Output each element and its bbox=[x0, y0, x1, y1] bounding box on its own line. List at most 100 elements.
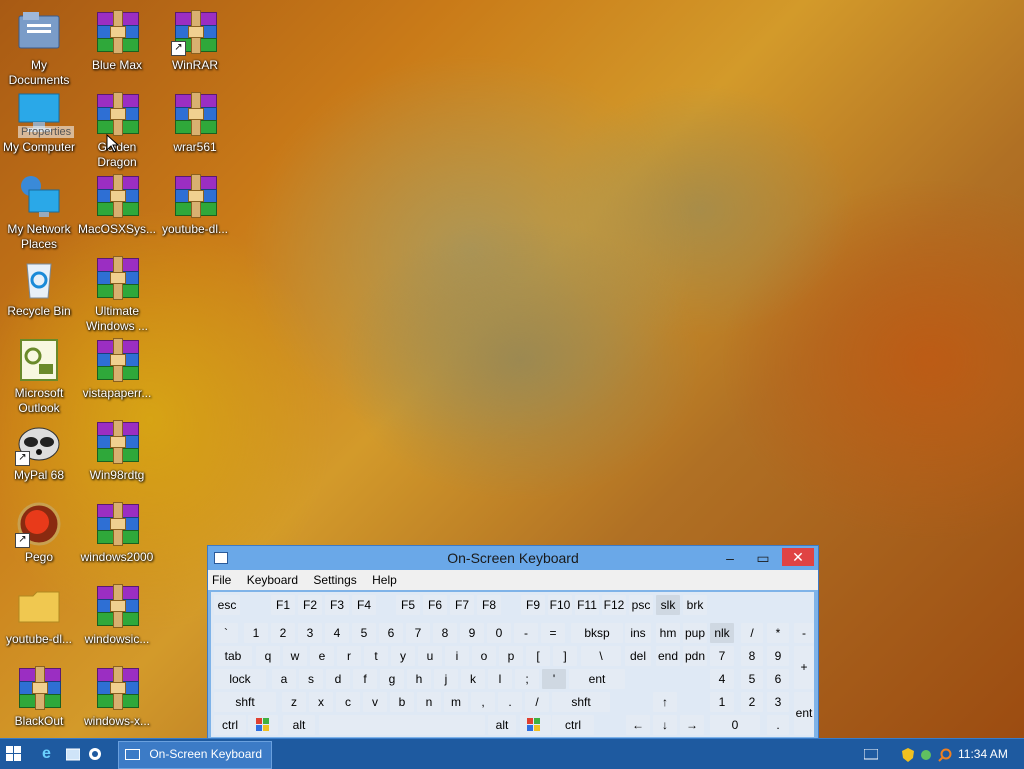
key-psc[interactable]: psc bbox=[629, 595, 653, 615]
key-bksp[interactable]: bksp bbox=[571, 623, 623, 643]
key-g[interactable]: g bbox=[380, 669, 404, 689]
key-ent[interactable]: ent bbox=[794, 692, 814, 735]
key-symbol[interactable]: , bbox=[471, 692, 495, 712]
key-end[interactable]: end bbox=[656, 646, 680, 666]
key-q[interactable]: q bbox=[256, 646, 280, 666]
keyboard-tray-icon[interactable] bbox=[863, 741, 880, 767]
key-F7[interactable]: F7 bbox=[450, 595, 474, 615]
key-x[interactable]: x bbox=[309, 692, 333, 712]
ie-taskbar-icon[interactable]: e bbox=[42, 741, 60, 767]
key-tab[interactable]: tab bbox=[214, 646, 252, 666]
key-d[interactable]: d bbox=[326, 669, 350, 689]
key-del[interactable]: del bbox=[625, 646, 651, 666]
key-l[interactable]: l bbox=[488, 669, 512, 689]
key-ctrl[interactable]: ctrl bbox=[552, 715, 594, 735]
title-bar[interactable]: On-Screen Keyboard – ▭ ✕ bbox=[208, 546, 818, 570]
key-k[interactable]: k bbox=[461, 669, 485, 689]
winrar-icon[interactable]: ↗ WinRAR bbox=[156, 4, 234, 73]
key-symbol[interactable]: ' bbox=[542, 669, 566, 689]
explorer-taskbar-icon[interactable] bbox=[65, 741, 82, 767]
windows-x-icon[interactable]: windows-x... bbox=[78, 660, 156, 729]
key-pup[interactable]: pup bbox=[683, 623, 707, 643]
key-5[interactable]: 5 bbox=[352, 623, 376, 643]
key-lock[interactable]: lock bbox=[214, 669, 266, 689]
key-3[interactable]: 3 bbox=[298, 623, 322, 643]
key-symbol[interactable]: \ bbox=[581, 646, 621, 666]
key-F11[interactable]: F11 bbox=[575, 595, 599, 615]
vistapaperr-icon[interactable]: vistapaperr... bbox=[78, 332, 156, 401]
menu-keyboard[interactable]: Keyboard bbox=[247, 573, 298, 587]
key-2[interactable]: 2 bbox=[271, 623, 295, 643]
key-alt[interactable]: alt bbox=[283, 715, 315, 735]
key-symbol[interactable]: . bbox=[767, 715, 789, 735]
menu-key-icon[interactable] bbox=[541, 715, 551, 735]
key-F3[interactable]: F3 bbox=[325, 595, 349, 615]
key-p[interactable]: p bbox=[499, 646, 523, 666]
macosxsys-icon[interactable]: MacOSXSys... bbox=[78, 168, 156, 237]
close-button[interactable]: ✕ bbox=[782, 548, 814, 566]
key-F6[interactable]: F6 bbox=[423, 595, 447, 615]
key-esc[interactable]: esc bbox=[214, 595, 240, 615]
search-tray-icon[interactable] bbox=[938, 741, 954, 767]
blue-max-icon[interactable]: Blue Max bbox=[78, 4, 156, 73]
key-alt[interactable]: alt bbox=[488, 715, 516, 735]
clock[interactable]: 11:34 AM bbox=[958, 741, 1018, 767]
key-F5[interactable]: F5 bbox=[396, 595, 420, 615]
key-nlk[interactable]: nlk bbox=[710, 623, 734, 643]
key-F10[interactable]: F10 bbox=[548, 595, 572, 615]
key-F4[interactable]: F4 bbox=[352, 595, 376, 615]
menu-file[interactable]: File bbox=[212, 573, 231, 587]
key-symbol[interactable]: * bbox=[767, 623, 789, 643]
key-symbol[interactable]: [ bbox=[526, 646, 550, 666]
key-v[interactable]: v bbox=[363, 692, 387, 712]
ultimate-windows-icon[interactable]: Ultimate Windows ... bbox=[78, 250, 156, 334]
key-y[interactable]: y bbox=[391, 646, 415, 666]
key-0[interactable]: 0 bbox=[487, 623, 511, 643]
key-f[interactable]: f bbox=[353, 669, 377, 689]
key-F12[interactable]: F12 bbox=[602, 595, 626, 615]
key-4[interactable]: 4 bbox=[710, 669, 734, 689]
recycle-bin-icon[interactable]: Recycle Bin bbox=[0, 250, 78, 319]
key-0[interactable]: 0 bbox=[710, 715, 760, 735]
arrow-left-key[interactable]: ← bbox=[626, 715, 650, 735]
key-5[interactable]: 5 bbox=[741, 669, 763, 689]
key-6[interactable]: 6 bbox=[767, 669, 789, 689]
key-8[interactable]: 8 bbox=[433, 623, 457, 643]
key-m[interactable]: m bbox=[444, 692, 468, 712]
key-n[interactable]: n bbox=[417, 692, 441, 712]
key-6[interactable]: 6 bbox=[379, 623, 403, 643]
pego-icon[interactable]: ↗ Pego bbox=[0, 496, 78, 565]
key-symbol[interactable]: ] bbox=[553, 646, 577, 666]
key-h[interactable]: h bbox=[407, 669, 431, 689]
arrow-down-key[interactable]: ↓ bbox=[653, 715, 677, 735]
key-8[interactable]: 8 bbox=[741, 646, 763, 666]
media-taskbar-icon[interactable] bbox=[88, 741, 104, 767]
key-2[interactable]: 2 bbox=[741, 692, 763, 712]
blackout-icon[interactable]: BlackOut bbox=[0, 660, 78, 729]
key-F2[interactable]: F2 bbox=[298, 595, 322, 615]
key-symbol[interactable]: - bbox=[794, 623, 814, 643]
network-tray-icon[interactable] bbox=[920, 741, 934, 767]
start-button[interactable] bbox=[6, 741, 28, 767]
windows-key-icon[interactable] bbox=[248, 715, 278, 735]
wrar561-icon[interactable]: wrar561 bbox=[156, 86, 234, 155]
shield-tray-icon[interactable] bbox=[902, 741, 916, 767]
menu-settings[interactable]: Settings bbox=[313, 573, 356, 587]
arrow-right-key[interactable]: → bbox=[680, 715, 704, 735]
key-symbol[interactable]: ; bbox=[515, 669, 539, 689]
key-ent[interactable]: ent bbox=[569, 669, 625, 689]
network-places-icon[interactable]: My Network Places bbox=[0, 168, 78, 252]
key-F1[interactable]: F1 bbox=[271, 595, 295, 615]
key-z[interactable]: z bbox=[282, 692, 306, 712]
key-symbol[interactable]: / bbox=[525, 692, 549, 712]
key-3[interactable]: 3 bbox=[767, 692, 789, 712]
key-e[interactable]: e bbox=[310, 646, 334, 666]
key-i[interactable]: i bbox=[445, 646, 469, 666]
key-symbol[interactable]: / bbox=[741, 623, 763, 643]
key-s[interactable]: s bbox=[299, 669, 323, 689]
key-shft[interactable]: shft bbox=[552, 692, 610, 712]
key-shft[interactable]: shft bbox=[214, 692, 276, 712]
key-w[interactable]: w bbox=[283, 646, 307, 666]
menu-help[interactable]: Help bbox=[372, 573, 397, 587]
key-r[interactable]: r bbox=[337, 646, 361, 666]
